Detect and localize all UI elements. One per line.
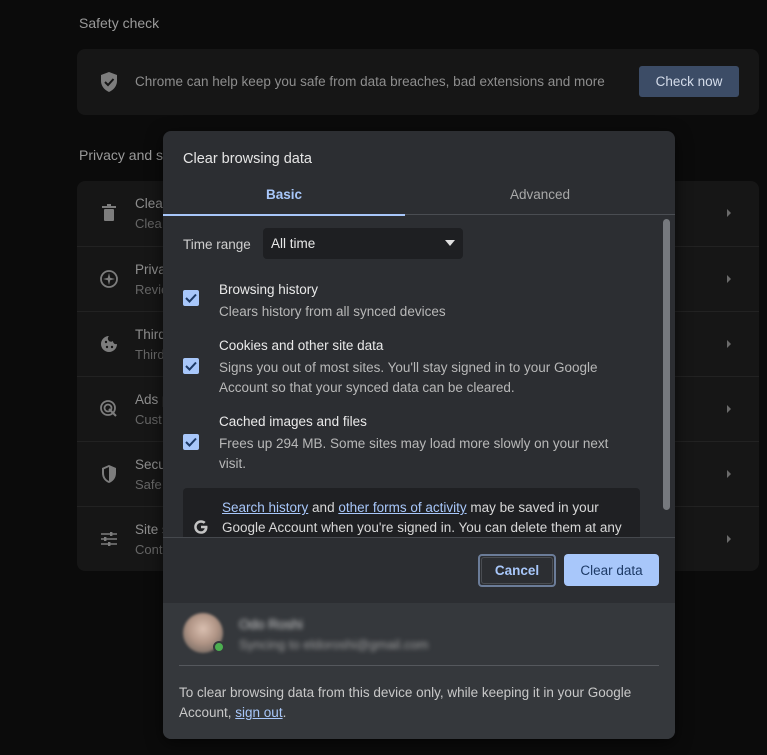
row-title: Priva — [135, 262, 166, 277]
footer-text: To clear browsing data from this device … — [179, 683, 659, 723]
option-title: Cached images and files — [219, 414, 367, 429]
footer-period: . — [282, 705, 287, 720]
row-subtitle: Safe — [135, 477, 162, 492]
sync-status-badge — [213, 641, 225, 653]
checkmark-icon — [185, 293, 197, 303]
scrollbar[interactable] — [663, 219, 670, 510]
sliders-icon — [101, 532, 117, 546]
chevron-right-icon — [727, 275, 731, 283]
chevron-right-icon — [727, 209, 731, 217]
chevron-right-icon — [727, 405, 731, 413]
option-description: Clears history from all synced devices — [219, 304, 446, 319]
content-divider — [163, 537, 675, 538]
tab-advanced[interactable]: Advanced — [419, 181, 661, 215]
google-account-notice: Search history and other forms of activi… — [183, 488, 640, 537]
footer-divider — [179, 665, 659, 666]
cookies-checkbox[interactable] — [183, 358, 199, 374]
row-title: Third — [135, 327, 166, 342]
safety-check-description: Chrome can help keep you safe from data … — [135, 74, 605, 89]
safety-check-card: Chrome can help keep you safe from data … — [77, 49, 759, 115]
chevron-right-icon — [727, 470, 731, 478]
row-subtitle: Cust — [135, 412, 162, 427]
cookie-icon — [101, 336, 117, 352]
row-subtitle: Third — [135, 347, 165, 362]
row-subtitle: Cont — [135, 542, 163, 557]
time-range-label: Time range — [183, 237, 251, 252]
tab-basic[interactable]: Basic — [163, 181, 405, 216]
option-description: Signs you out of most sites. You'll stay… — [219, 360, 598, 395]
shield-icon — [102, 465, 116, 483]
browsing-history-checkbox[interactable] — [183, 290, 199, 306]
chevron-right-icon — [727, 340, 731, 348]
shield-check-icon — [101, 72, 117, 92]
checkmark-icon — [185, 437, 197, 447]
row-title: Clea — [135, 196, 163, 211]
account-sync-status: Syncing to eldoroshi@gmail.com — [239, 637, 429, 652]
tab-bar: Basic Advanced — [163, 181, 675, 216]
ads-icon — [100, 400, 117, 417]
time-range-value: All time — [271, 236, 316, 251]
checkmark-icon — [185, 361, 197, 371]
clear-data-button[interactable]: Clear data — [564, 554, 659, 586]
option-title: Browsing history — [219, 282, 319, 297]
cached-images-checkbox[interactable] — [183, 434, 199, 450]
clear-browsing-data-dialog: Clear browsing data Basic Advanced Time … — [163, 131, 675, 739]
option-title: Cookies and other site data — [219, 338, 384, 353]
search-history-link[interactable]: Search history — [222, 500, 308, 515]
time-range-select[interactable]: All time — [263, 228, 463, 259]
chevron-right-icon — [727, 535, 731, 543]
caret-down-icon — [445, 240, 455, 246]
safety-check-heading: Safety check — [79, 15, 160, 31]
other-activity-link[interactable]: other forms of activity — [338, 500, 466, 515]
sign-out-link[interactable]: sign out — [235, 705, 282, 720]
notice-and: and — [308, 500, 339, 515]
cancel-button[interactable]: Cancel — [478, 554, 556, 587]
account-name: Odo Roshi — [239, 617, 303, 632]
trash-icon — [102, 204, 116, 221]
compass-icon — [100, 270, 118, 288]
google-g-icon — [194, 520, 208, 534]
row-subtitle: Clea — [135, 216, 162, 231]
privacy-heading: Privacy and s — [79, 147, 164, 163]
row-title: Secu — [135, 457, 166, 472]
dialog-content: Time range All time Browsing history Cle… — [163, 216, 675, 537]
account-footer: Odo Roshi Syncing to eldoroshi@gmail.com… — [163, 603, 675, 739]
option-description: Frees up 294 MB. Some sites may load mor… — [219, 436, 609, 471]
dialog-title: Clear browsing data — [183, 151, 312, 167]
notice-text: Search history and other forms of activi… — [222, 498, 632, 537]
check-now-button[interactable]: Check now — [639, 66, 739, 97]
